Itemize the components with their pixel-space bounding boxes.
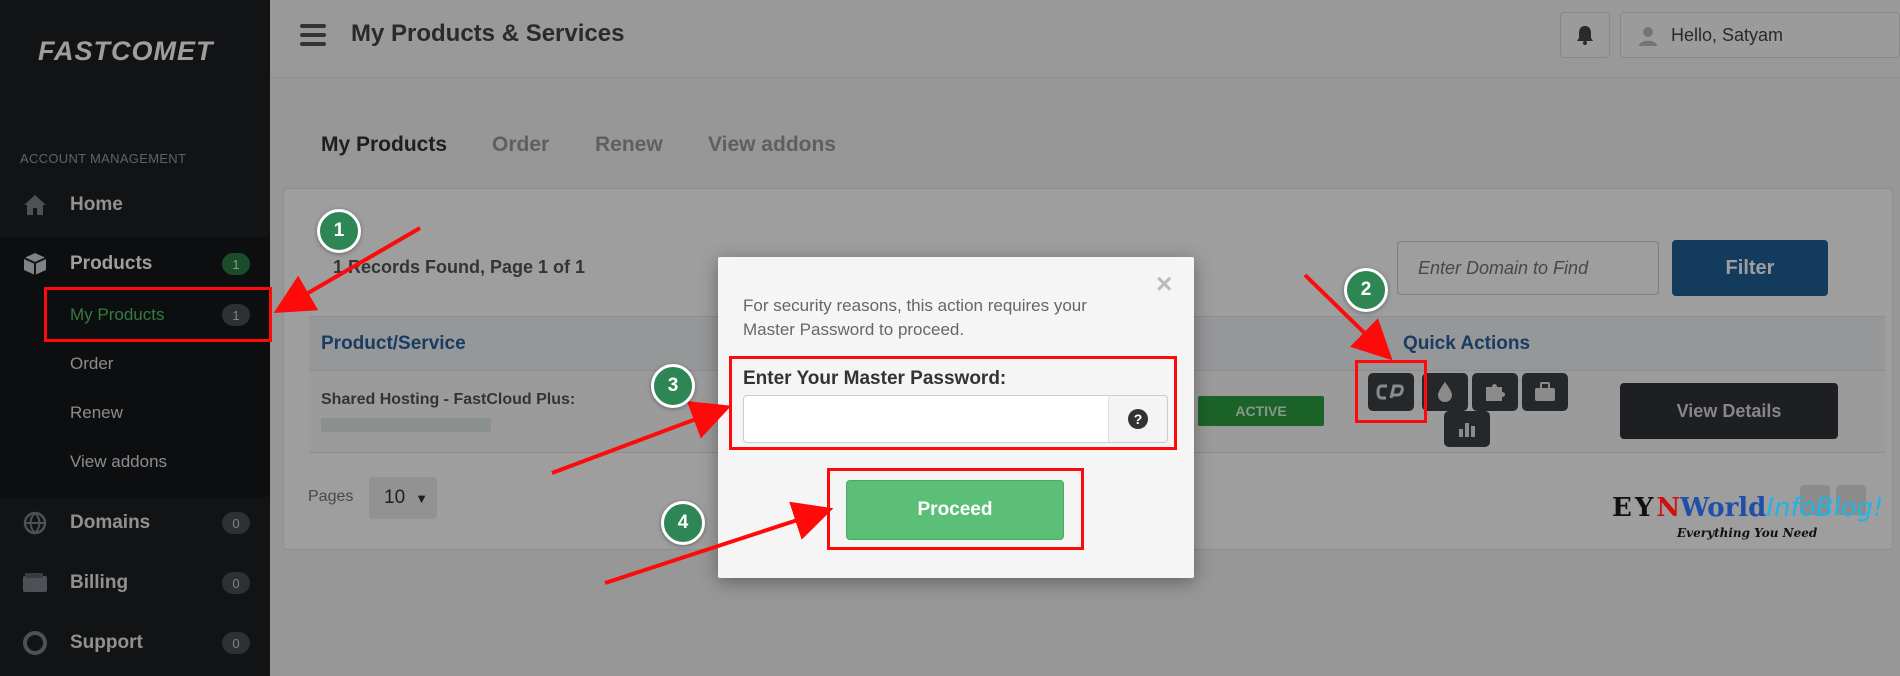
watermark-logo: EYNWorldInfoBlog! bbox=[1612, 493, 1884, 523]
step-badge-4: 4 bbox=[661, 501, 705, 545]
step-badge-2: 2 bbox=[1344, 268, 1388, 312]
arrow-step-3 bbox=[551, 401, 732, 475]
step-badge-3: 3 bbox=[651, 364, 695, 408]
watermark-tagline: Everything You Need bbox=[1677, 526, 1818, 540]
arrow-step-4 bbox=[604, 501, 834, 585]
annotation-arrows bbox=[273, 226, 1393, 585]
step-badge-1: 1 bbox=[317, 209, 361, 253]
